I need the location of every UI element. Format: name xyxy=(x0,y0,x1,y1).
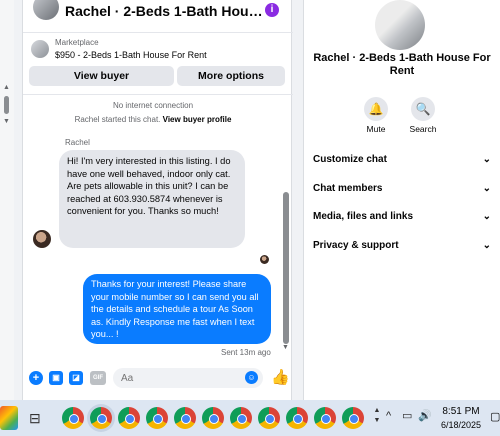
clock-time[interactable]: 8:51 PM xyxy=(436,406,486,417)
conversation-info-panel: Rachel · 2-Beds 1-Bath House For Rent 🔔 … xyxy=(303,0,500,400)
chat-scrollbar[interactable] xyxy=(283,184,289,344)
chevron-down-icon: ⌄ xyxy=(482,211,491,222)
outgoing-message[interactable]: Thanks for your interest! Please share y… xyxy=(83,274,271,344)
task-view-icon[interactable]: ⊟ xyxy=(29,410,41,427)
avatar[interactable] xyxy=(33,230,51,248)
chrome-taskbar-icon[interactable] xyxy=(230,407,252,429)
section-label: Chat members xyxy=(313,183,383,194)
section-label: Privacy & support xyxy=(313,240,399,251)
mute-button[interactable]: 🔔 Mute xyxy=(351,97,401,134)
listing-avatar[interactable] xyxy=(33,0,59,20)
photo-icon[interactable]: ▣ xyxy=(49,371,63,385)
chrome-taskbar-icon[interactable] xyxy=(62,407,84,429)
chevron-down-icon[interactable]: ▼ xyxy=(282,344,289,351)
sender-name: Rachel xyxy=(65,138,90,147)
network-icon[interactable]: ▭ xyxy=(402,409,412,422)
search-button[interactable]: 🔍 Search xyxy=(398,97,448,134)
listing-photo[interactable] xyxy=(375,0,425,50)
conversation-name: Rachel · 2-Beds 1-Bath House For Rent xyxy=(313,52,491,77)
listing-title: $950 - 2-Beds 1-Bath House For Rent xyxy=(55,50,207,60)
scroll-down-arrow-icon[interactable]: ▼ xyxy=(3,118,10,125)
chat-scroll-thumb[interactable] xyxy=(283,192,289,344)
divider xyxy=(23,32,293,33)
left-scroll-thumb[interactable] xyxy=(4,96,9,114)
chrome-taskbar-icon[interactable] xyxy=(314,407,336,429)
chrome-taskbar-icon[interactable] xyxy=(258,407,280,429)
clock-date[interactable]: 6/18/2025 xyxy=(436,420,486,430)
chat-title[interactable]: Rachel · 2-Beds 1-Bath House For R... xyxy=(65,3,265,19)
section-media-files-links[interactable]: Media, files and links ⌄ xyxy=(313,208,491,226)
taskbar: ⊟ ▲ ▼ ^ ▭ 🔊 8:51 PM 6/18/2025 ▢ xyxy=(0,400,500,436)
view-buyer-button[interactable]: View buyer xyxy=(29,66,174,86)
incoming-message[interactable]: Hi! I'm very interested in this listing.… xyxy=(59,150,245,248)
section-privacy-support[interactable]: Privacy & support ⌄ xyxy=(313,237,491,255)
bell-icon: 🔔 xyxy=(364,97,388,121)
taskbar-scroll-arrows-icon[interactable]: ▲ ▼ xyxy=(372,406,382,428)
chrome-taskbar-icon[interactable] xyxy=(90,407,112,429)
chevron-down-icon: ⌄ xyxy=(482,183,491,194)
listing-thumbnail xyxy=(31,40,49,58)
chat-started-notice: Rachel started this chat. View buyer pro… xyxy=(23,115,283,124)
chevron-down-icon: ⌄ xyxy=(482,240,491,251)
show-hidden-icons-icon[interactable]: ^ xyxy=(386,410,391,422)
section-customize-chat[interactable]: Customize chat ⌄ xyxy=(313,151,491,169)
chat-panel: Rachel · 2-Beds 1-Bath House For R... i … xyxy=(22,0,293,400)
message-input[interactable] xyxy=(113,368,263,388)
search-icon: 🔍 xyxy=(411,97,435,121)
mute-label: Mute xyxy=(366,124,386,134)
section-chat-members[interactable]: Chat members ⌄ xyxy=(313,180,491,198)
chrome-taskbar-icon[interactable] xyxy=(202,407,224,429)
section-label: Customize chat xyxy=(313,154,387,165)
divider xyxy=(23,94,293,95)
left-panel-scrollbar[interactable]: ▲ ▼ xyxy=(0,0,14,400)
listing-source: Marketplace xyxy=(55,38,99,47)
start-button[interactable] xyxy=(0,406,18,430)
chrome-taskbar-icon[interactable] xyxy=(146,407,168,429)
section-label: Media, files and links xyxy=(313,211,414,222)
chrome-taskbar-icon[interactable] xyxy=(286,407,308,429)
marketplace-listing[interactable]: Marketplace $950 - 2-Beds 1-Bath House F… xyxy=(29,36,289,64)
search-label: Search xyxy=(409,124,437,134)
view-buyer-profile-link[interactable]: View buyer profile xyxy=(163,115,232,124)
message-composer: + ▣ ◪ GIF ☺ 👍 xyxy=(23,366,293,390)
emoji-icon[interactable]: ☺ xyxy=(245,371,258,384)
gif-icon[interactable]: GIF xyxy=(90,371,106,385)
chevron-down-icon: ⌄ xyxy=(482,154,491,165)
chat-header: Rachel · 2-Beds 1-Bath House For R... i xyxy=(23,0,293,26)
info-icon[interactable]: i xyxy=(265,3,279,17)
sticker-icon[interactable]: ◪ xyxy=(69,371,83,385)
plus-icon[interactable]: + xyxy=(29,371,43,385)
scroll-up-arrow-icon[interactable]: ▲ xyxy=(3,84,10,91)
chat-started-text: Rachel started this chat. xyxy=(74,115,161,124)
volume-icon[interactable]: 🔊 xyxy=(418,409,432,422)
chrome-taskbar-icon[interactable] xyxy=(118,407,140,429)
notification-icon[interactable]: ▢ xyxy=(490,410,500,423)
more-options-button[interactable]: More options xyxy=(177,66,285,86)
connection-status: No internet connection xyxy=(112,101,194,110)
chrome-taskbar-icon[interactable] xyxy=(174,407,196,429)
seen-indicator-avatar xyxy=(260,255,269,264)
chrome-taskbar-icon[interactable] xyxy=(342,407,364,429)
sent-status: Sent 13m ago xyxy=(221,348,271,357)
thumbs-up-icon[interactable]: 👍 xyxy=(271,368,290,386)
